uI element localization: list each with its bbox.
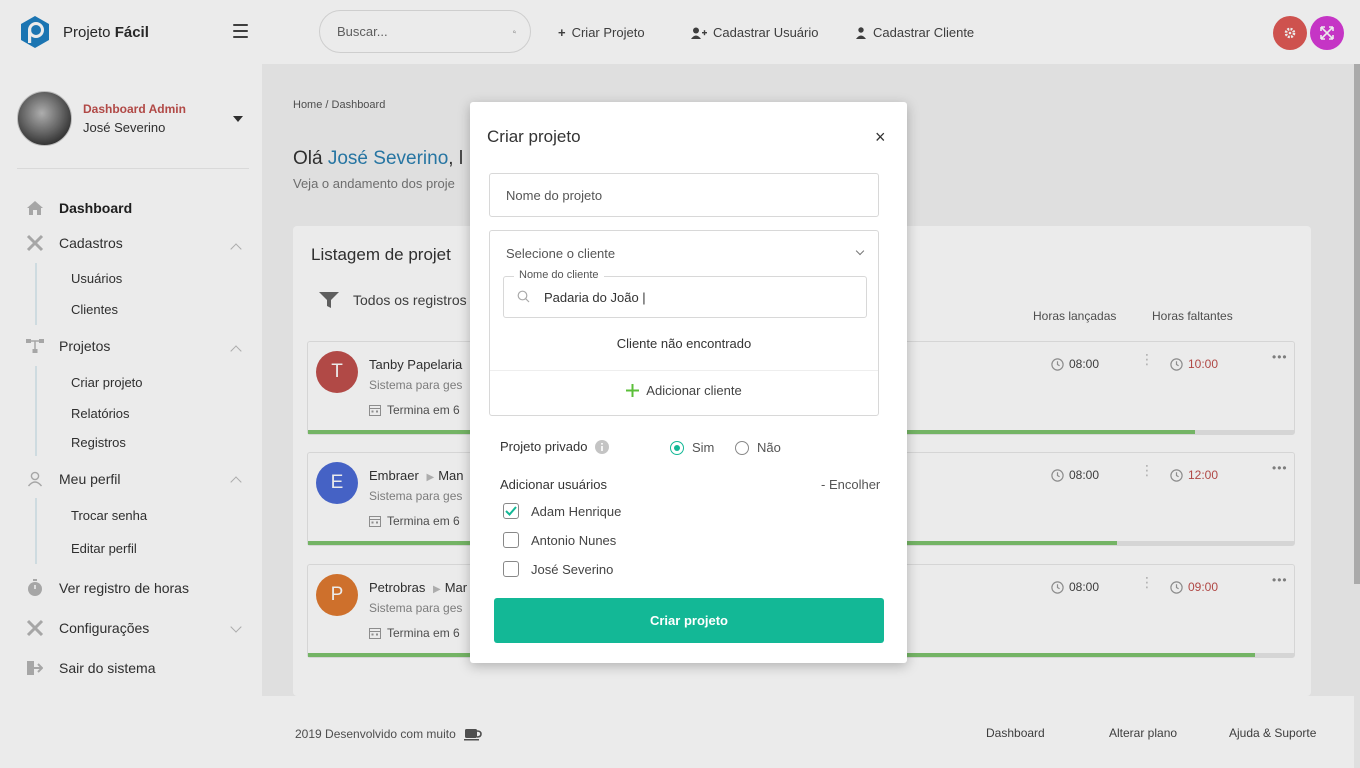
checkbox[interactable] xyxy=(503,503,519,519)
user-checkbox-item[interactable]: José Severino xyxy=(503,561,613,577)
add-client-button[interactable]: Adicionar cliente xyxy=(490,383,878,398)
plus-icon xyxy=(626,384,640,397)
divider xyxy=(490,370,878,371)
client-name-input[interactable]: Padaria do João | xyxy=(544,290,646,305)
radio-button[interactable] xyxy=(735,440,749,455)
client-name-field[interactable]: Nome do cliente Padaria do João | xyxy=(503,269,867,318)
checkbox[interactable] xyxy=(503,532,519,548)
client-not-found: Cliente não encontrado xyxy=(616,336,752,351)
chevron-down-icon[interactable] xyxy=(855,246,865,256)
modal-title: Criar projeto xyxy=(487,127,581,146)
private-project-label: Projeto privado xyxy=(500,439,610,454)
private-no-radio[interactable]: Não xyxy=(735,440,781,455)
user-checkbox-item[interactable]: Adam Henrique xyxy=(503,503,621,519)
search-icon xyxy=(517,290,530,303)
checkbox[interactable] xyxy=(503,561,519,577)
add-users-label: Adicionar usuários xyxy=(500,477,607,492)
client-select-placeholder[interactable]: Selecione o cliente xyxy=(506,246,615,261)
radio-button[interactable] xyxy=(670,440,684,455)
close-icon[interactable]: × xyxy=(875,127,886,148)
user-checkbox-item[interactable]: Antonio Nunes xyxy=(503,532,616,548)
info-icon[interactable] xyxy=(595,439,610,454)
collapse-link[interactable]: - Encolher xyxy=(821,477,880,492)
create-project-modal: Criar projeto × Nome do projeto Selecion… xyxy=(470,102,907,663)
client-name-label: Nome do cliente xyxy=(514,269,604,281)
client-select[interactable]: Selecione o cliente Nome do cliente Pada… xyxy=(489,230,879,416)
create-project-button[interactable]: Criar projeto xyxy=(494,598,884,643)
private-yes-radio[interactable]: Sim xyxy=(670,440,714,455)
project-name-field[interactable]: Nome do projeto xyxy=(489,173,879,217)
check-icon xyxy=(505,506,517,516)
